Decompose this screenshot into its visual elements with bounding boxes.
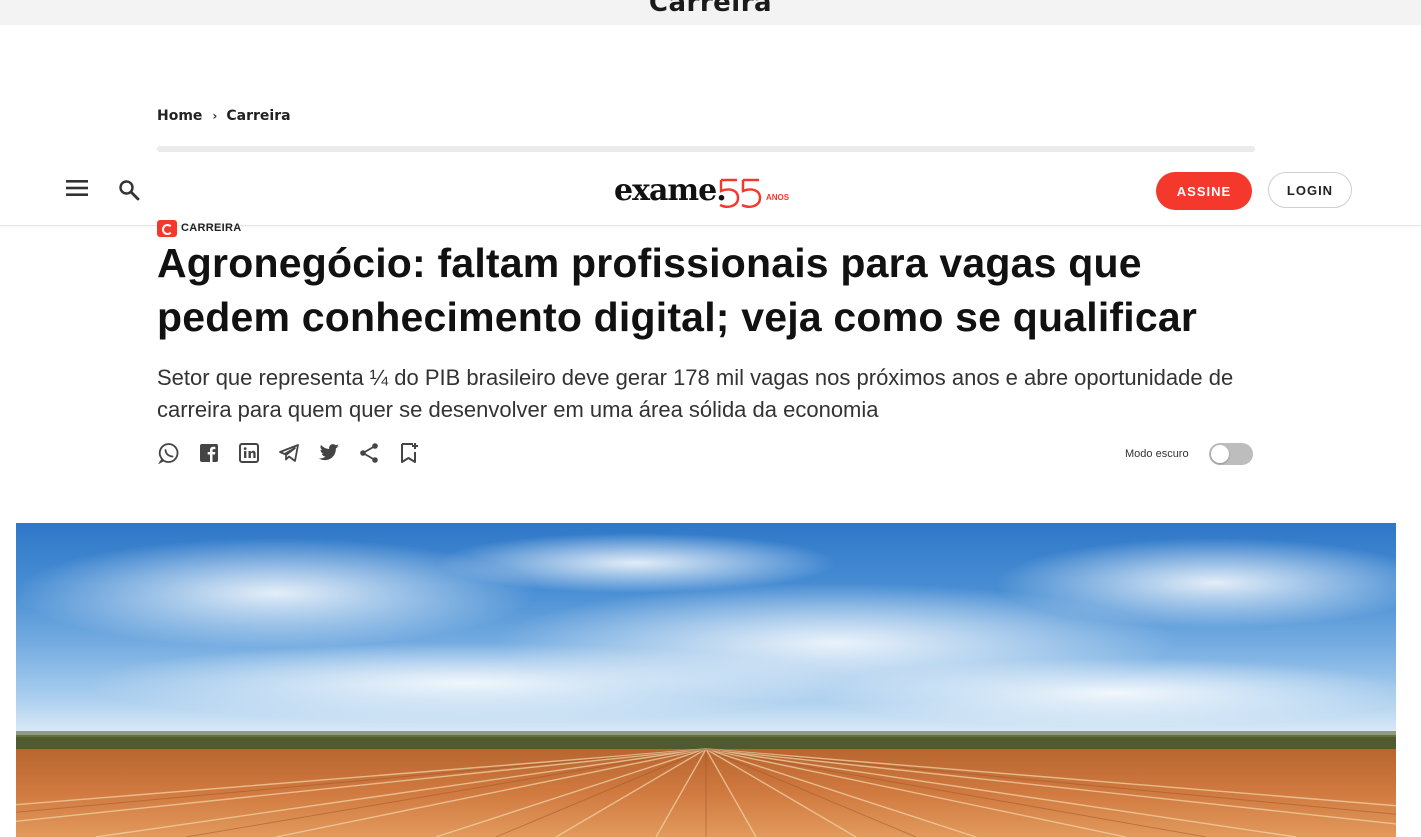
breadcrumb-carreira[interactable]: Carreira bbox=[226, 108, 290, 124]
dark-mode-control: Modo escuro bbox=[1125, 443, 1253, 465]
site-logo[interactable]: exame. ANOS bbox=[614, 172, 798, 214]
twitter-icon[interactable] bbox=[317, 441, 341, 465]
hero-image bbox=[16, 523, 1396, 837]
subscribe-button[interactable]: ASSINE bbox=[1156, 172, 1252, 210]
search-icon[interactable] bbox=[118, 179, 140, 201]
article-subtitle: Setor que representa ¼ do PIB brasileiro… bbox=[157, 365, 1234, 422]
category-badge-icon bbox=[157, 219, 177, 237]
dark-mode-label: Modo escuro bbox=[1125, 448, 1189, 460]
breadcrumb-home[interactable]: Home bbox=[157, 108, 202, 124]
article-headline: Agronegócio: faltam profissionais para v… bbox=[157, 240, 1198, 340]
menu-icon[interactable] bbox=[66, 179, 88, 197]
share-bar bbox=[157, 441, 421, 465]
breadcrumb: Home › Carreira bbox=[157, 106, 291, 126]
category-label: CARREIRA bbox=[181, 222, 242, 234]
toggle-knob bbox=[1210, 445, 1229, 463]
top-banner-title: Carreira bbox=[648, 0, 773, 18]
linkedin-icon[interactable] bbox=[237, 441, 261, 465]
chevron-right-icon: › bbox=[212, 109, 218, 123]
dark-mode-toggle[interactable] bbox=[1208, 443, 1253, 465]
hero-illustration bbox=[16, 533, 1396, 837]
logo-text: exame. bbox=[614, 173, 727, 208]
site-header: exame. ANOS ASSINE LOGIN bbox=[0, 152, 1421, 226]
logo-55-mark: ANOS bbox=[719, 178, 790, 208]
whatsapp-icon[interactable] bbox=[157, 441, 181, 465]
top-banner: Carreira bbox=[0, 0, 1421, 25]
login-button[interactable]: LOGIN bbox=[1268, 172, 1352, 208]
share-icon[interactable] bbox=[357, 441, 381, 465]
telegram-icon[interactable] bbox=[277, 441, 301, 465]
logo-badge: ANOS bbox=[766, 193, 790, 202]
facebook-icon[interactable] bbox=[197, 441, 221, 465]
category-tag[interactable]: CARREIRA bbox=[157, 219, 241, 237]
bookmark-icon[interactable] bbox=[397, 441, 421, 465]
